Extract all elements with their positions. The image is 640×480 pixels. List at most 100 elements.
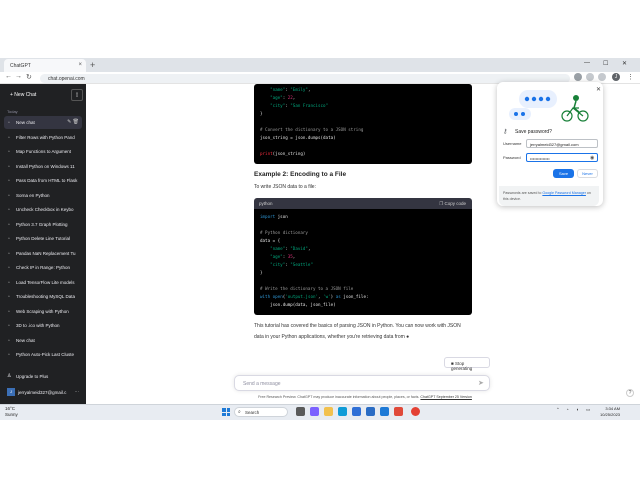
dialog-title: Save password? (515, 129, 552, 135)
system-clock[interactable]: 3:34 AM 10/25/2023 (600, 406, 620, 417)
sidebar-chat-item[interactable]: ▫ Web Scraping with Python (4, 305, 82, 318)
message-input[interactable]: Send a message (234, 375, 490, 391)
weather-widget[interactable]: 16°C Sunny (5, 406, 18, 417)
password-label: Password (503, 155, 521, 160)
chat-bubble-icon: ▫ (8, 294, 10, 300)
sidebar-chat-item[interactable]: ▫ Load TensorFlow Lite models (4, 276, 82, 289)
send-icon[interactable]: ➤ (478, 379, 484, 387)
illustration-dot (545, 96, 551, 102)
mail-icon[interactable] (366, 407, 375, 416)
note-prefix: Passwords are saved to (503, 191, 542, 195)
tab-title: ChatGPT (10, 63, 31, 69)
user-email: jerryalmeid327@gmail.c (18, 390, 67, 395)
edit-delete-icons[interactable]: ✎ 🗑 (67, 119, 79, 125)
close-window-button[interactable]: ✕ (622, 60, 627, 67)
code-line: "name": "David", (270, 246, 311, 251)
teams-icon[interactable] (310, 407, 319, 416)
sidebar-chat-label: Python Auto-Pick Last Cluste (16, 352, 75, 357)
password-field[interactable]: •••••••••••••• (526, 153, 598, 162)
sidebar-chat-item[interactable]: ▫ Python 3.7 Graph Plotting (4, 218, 82, 231)
chat-bubble-icon: ▫ (8, 308, 10, 315)
sidebar-chat-item[interactable]: ▫ Python Delete Line Tutorial (4, 232, 82, 245)
minimize-button[interactable]: — (584, 60, 590, 66)
password-manager-link[interactable]: Google Password Manager (542, 191, 586, 195)
sidebar-chat-item[interactable]: ▫ Uncheck Checkbox in Keybo (4, 203, 82, 216)
store-icon[interactable] (352, 407, 361, 416)
stop-generating-button[interactable]: ■ Stop generating (444, 357, 490, 371)
eye-icon[interactable]: ◉ (590, 155, 594, 161)
sidebar-chat-label: Filter Rows with Python Pand (16, 134, 75, 140)
url-bar[interactable]: chat.openai.com (40, 74, 570, 83)
maximize-button[interactable]: ☐ (603, 60, 608, 67)
windows-start-icon[interactable] (222, 408, 230, 416)
chat-bubble-icon: ▫ (8, 207, 10, 213)
browser-menu-icon[interactable]: ⋮ (627, 73, 634, 81)
close-icon[interactable]: ✕ (596, 86, 601, 93)
sidebar-chat-label: Uncheck Checkbox in Keybo (16, 207, 74, 212)
chat-bubble-icon: ▫ (8, 163, 10, 170)
user-account-button[interactable]: jerryalmeid327@gmail.c ··· (4, 386, 82, 400)
code-line: json.dump(data, json_file) (260, 302, 336, 307)
chat-bubble-icon: ▫ (8, 279, 10, 286)
copy-code-button[interactable]: ❐ Copy code (439, 201, 466, 207)
sidebar-chat-item[interactable]: ▫ Pandas NaN Replacement Tu (4, 247, 82, 260)
forward-icon[interactable]: → (15, 73, 22, 80)
chrome-taskbar-icon[interactable] (411, 407, 420, 416)
code-language: python (259, 201, 273, 206)
never-button[interactable]: Never (577, 169, 598, 178)
taskbar-search[interactable]: ⌕ Search (234, 407, 288, 417)
tab-close-icon[interactable]: × (78, 62, 82, 68)
vscode-icon[interactable] (380, 407, 389, 416)
message-input-placeholder: Send a message (243, 381, 281, 387)
sidebar-chat-item[interactable]: ▫ Sorna en Python (4, 189, 82, 202)
browser-tab-strip (0, 58, 640, 72)
task-view-icon[interactable] (296, 407, 305, 416)
copy-code-label: Copy code (444, 201, 466, 206)
sidebar-chat-item[interactable]: ▫ Install Python on Windows 11 (4, 160, 82, 173)
illustration-dot (521, 112, 525, 116)
sidebar-chat-item[interactable]: ▫ Pass Data from HTML to Flask (4, 174, 82, 187)
wifi-icon[interactable]: ◔ (566, 407, 569, 412)
reload-icon[interactable]: ↻ (26, 73, 32, 81)
code-line: } (260, 111, 263, 116)
sound-icon[interactable]: ◖ (576, 407, 579, 412)
sidebar-chat-item[interactable]: ▫ Troubleshooting MySQL Data (4, 290, 82, 303)
sidebar-chat-item[interactable]: ▫ Filter Rows with Python Pand (4, 131, 82, 144)
help-icon[interactable]: ? (626, 389, 634, 397)
section-heading: Example 2: Encoding to a File (254, 171, 347, 178)
new-chat-button[interactable]: + New Chat (4, 88, 70, 102)
extensions-icon[interactable] (586, 73, 594, 81)
footer-version-link[interactable]: ChatGPT September 25 Version (420, 395, 471, 399)
sidebar-chat-label: Sorna en Python (16, 192, 50, 198)
user-icon: ♙ (7, 373, 12, 379)
password-key-icon[interactable] (574, 73, 582, 81)
sidebar-chat-item[interactable]: ▫ Map Functions to Argument (4, 145, 82, 158)
edge-icon[interactable] (338, 407, 347, 416)
app-icon[interactable] (394, 407, 403, 416)
battery-icon[interactable]: ▭ (586, 407, 590, 413)
tray-overflow-icon[interactable]: ⌃ (556, 407, 560, 413)
bookmark-icon[interactable] (598, 73, 606, 81)
file-explorer-icon[interactable] (324, 407, 333, 416)
upgrade-button[interactable]: ♙ Upgrade to Plus (4, 370, 82, 382)
code-line: } (260, 270, 263, 275)
new-tab-button[interactable]: + (90, 60, 95, 70)
sidebar-chat-item[interactable]: ▫ 3D to .ico with Python (4, 319, 82, 332)
back-icon[interactable]: ← (5, 73, 12, 80)
username-field[interactable]: jerryalmeid327@gmail.com (526, 139, 598, 148)
browser-tab[interactable]: ChatGPT × (4, 59, 86, 72)
more-icon: ··· (74, 389, 80, 394)
sidebar-toggle-icon[interactable]: ▯ (71, 89, 83, 101)
profile-avatar[interactable]: J (612, 73, 620, 81)
sidebar-chat-item[interactable]: ▫ Python Auto-Pick Last Cluste (4, 348, 82, 361)
chat-bubble-icon: ▫ (8, 352, 10, 358)
rider-head (573, 95, 579, 101)
save-button[interactable]: Save (553, 169, 574, 178)
illustration-dot (538, 96, 544, 102)
chat-bubble-icon: ▫ (8, 134, 10, 141)
sidebar-chat-item[interactable]: ▫ Check IP in Range: Python (4, 261, 82, 274)
sidebar-chat-item[interactable]: ▫ New chat ✎ 🗑 (4, 116, 82, 129)
sidebar-chat-item[interactable]: ▫ New chat (4, 334, 82, 347)
taskbar (0, 404, 640, 420)
